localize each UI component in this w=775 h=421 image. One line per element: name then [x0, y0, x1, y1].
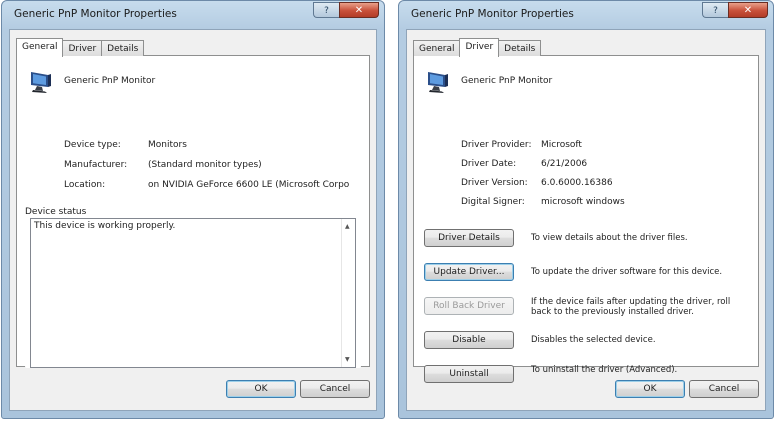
driver-version-label: Driver Version:: [461, 178, 528, 188]
scroll-down-icon[interactable]: ▼: [345, 356, 350, 363]
manufacturer-value: (Standard monitor types): [148, 160, 262, 170]
driver-provider-value: Microsoft: [541, 140, 582, 150]
roll-back-driver-description: If the device fails after updating the d…: [531, 297, 731, 317]
scroll-up-icon[interactable]: ▲: [345, 223, 350, 230]
uninstall-description: To uninstall the driver (Advanced).: [531, 365, 678, 375]
tab-driver[interactable]: Driver: [459, 38, 500, 57]
driver-provider-label: Driver Provider:: [461, 140, 532, 150]
driver-details-description: To view details about the driver files.: [531, 233, 688, 243]
tab-strip: General Driver Details: [413, 37, 542, 57]
location-value: on NVIDIA GeForce 6600 LE (Microsoft Cor…: [148, 180, 350, 190]
status-scrollbar[interactable]: ▲ ▼: [341, 219, 355, 367]
device-type-label: Device type:: [64, 140, 121, 150]
close-icon[interactable]: ✕: [728, 2, 768, 18]
caption-buttons: ? ✕: [702, 2, 768, 18]
device-name: Generic PnP Monitor: [64, 76, 156, 86]
cancel-button[interactable]: Cancel: [689, 380, 759, 398]
location-label: Location:: [64, 180, 106, 190]
tab-general[interactable]: General: [413, 40, 461, 56]
tab-general[interactable]: General: [16, 38, 64, 57]
disable-button[interactable]: Disable: [424, 331, 514, 349]
roll-back-driver-button[interactable]: Roll Back Driver: [424, 297, 514, 315]
close-icon[interactable]: ✕: [339, 2, 379, 18]
general-tab-panel: Generic PnP Monitor Device type: Monitor…: [16, 55, 370, 368]
device-status-text: This device is working properly.: [34, 221, 176, 231]
ok-button[interactable]: OK: [226, 380, 296, 398]
tab-details[interactable]: Details: [498, 40, 542, 56]
tab-driver[interactable]: Driver: [62, 40, 103, 56]
window-title: Generic PnP Monitor Properties: [14, 8, 177, 20]
driver-date-value: 6/21/2006: [541, 159, 588, 169]
caption-buttons: ? ✕: [313, 2, 379, 18]
device-status-label: Device status: [25, 207, 87, 217]
driver-tab-panel: Generic PnP Monitor Driver Provider: Mic…: [413, 55, 759, 383]
help-icon[interactable]: ?: [702, 2, 728, 18]
update-driver-description: To update the driver software for this d…: [531, 267, 723, 277]
properties-window-driver: Generic PnP Monitor Properties ? ✕ Gener…: [398, 0, 774, 419]
digital-signer-label: Digital Signer:: [461, 197, 525, 207]
device-name: Generic PnP Monitor: [461, 76, 553, 86]
monitor-icon: [31, 72, 51, 93]
title-bar[interactable]: Generic PnP Monitor Properties ? ✕: [2, 1, 384, 27]
help-icon[interactable]: ?: [313, 2, 339, 18]
dialog-client: General Driver Details Generic PnP Monit…: [9, 29, 377, 411]
tab-details[interactable]: Details: [101, 40, 145, 56]
cancel-button[interactable]: Cancel: [300, 380, 370, 398]
update-driver-button[interactable]: Update Driver...: [424, 263, 514, 281]
disable-description: Disables the selected device.: [531, 335, 656, 345]
digital-signer-value: microsoft windows: [541, 197, 625, 207]
ok-button[interactable]: OK: [615, 380, 685, 398]
monitor-icon: [428, 72, 448, 93]
manufacturer-label: Manufacturer:: [64, 160, 128, 170]
title-bar[interactable]: Generic PnP Monitor Properties ? ✕: [399, 1, 773, 27]
device-type-value: Monitors: [148, 140, 187, 150]
driver-version-value: 6.0.6000.16386: [541, 178, 613, 188]
dialog-client: General Driver Details Generic PnP Monit…: [406, 29, 766, 411]
device-status-textbox[interactable]: This device is working properly. ▲ ▼: [30, 218, 356, 368]
driver-date-label: Driver Date:: [461, 159, 517, 169]
window-title: Generic PnP Monitor Properties: [411, 8, 574, 20]
device-status-group: This device is working properly. ▲ ▼: [25, 218, 361, 368]
uninstall-button[interactable]: Uninstall: [424, 365, 514, 383]
driver-details-button[interactable]: Driver Details: [424, 229, 514, 247]
properties-window-general: Generic PnP Monitor Properties ? ✕ Gener…: [1, 0, 385, 419]
tab-strip: General Driver Details: [16, 37, 145, 57]
